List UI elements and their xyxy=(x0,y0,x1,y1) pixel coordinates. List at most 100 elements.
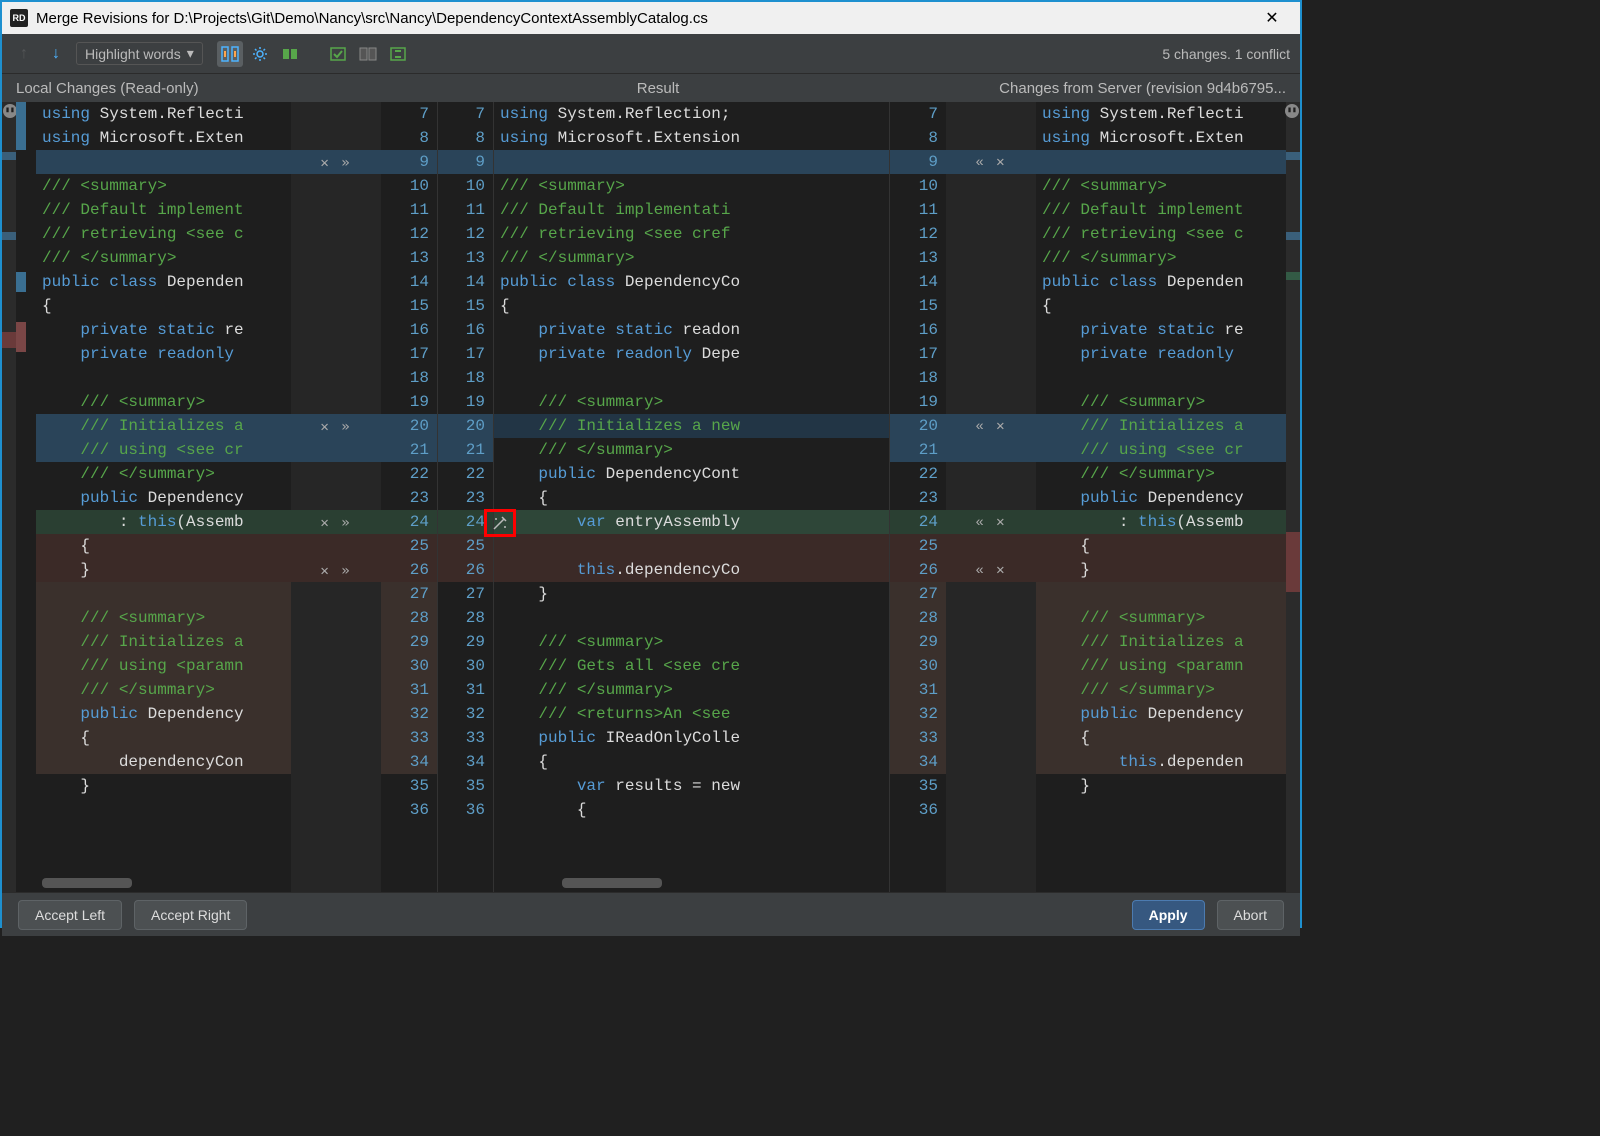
code-line[interactable] xyxy=(1036,582,1286,606)
code-line[interactable] xyxy=(1036,798,1286,822)
apply-button[interactable]: Apply xyxy=(1132,900,1205,930)
code-line[interactable]: this.dependen xyxy=(1036,750,1286,774)
code-line[interactable] xyxy=(36,582,291,606)
code-line[interactable]: using Microsoft.Exten xyxy=(1036,126,1286,150)
abort-button[interactable]: Abort xyxy=(1217,900,1284,930)
code-line[interactable]: /// <summary> xyxy=(1036,174,1286,198)
code-line[interactable]: public Dependency xyxy=(1036,486,1286,510)
code-line[interactable]: using Microsoft.Extension xyxy=(494,126,889,150)
code-line[interactable]: /// </summary> xyxy=(36,678,291,702)
close-button[interactable]: ✕ xyxy=(1252,4,1292,32)
code-line[interactable]: /// using <see cr xyxy=(36,438,291,462)
code-line[interactable]: { xyxy=(494,750,889,774)
apply-nonconflict-left-icon[interactable] xyxy=(325,41,351,67)
code-line[interactable]: /// </summary> xyxy=(494,678,889,702)
code-line[interactable] xyxy=(36,150,291,174)
left-action-gutter[interactable]: ✕ »✕ »✕ »✕ » xyxy=(291,102,381,892)
code-line[interactable]: } xyxy=(1036,558,1286,582)
code-line[interactable]: /// using <see cr xyxy=(1036,438,1286,462)
next-diff-icon[interactable]: ↓ xyxy=(44,42,68,66)
code-line[interactable]: { xyxy=(494,486,889,510)
code-line[interactable]: { xyxy=(1036,534,1286,558)
code-line[interactable]: { xyxy=(36,726,291,750)
code-line[interactable]: /// retrieving <see c xyxy=(1036,222,1286,246)
code-line[interactable]: /// </summary> xyxy=(1036,462,1286,486)
code-line[interactable]: /// Gets all <see cre xyxy=(494,654,889,678)
code-line[interactable]: } xyxy=(1036,774,1286,798)
code-line[interactable] xyxy=(36,798,291,822)
code-line[interactable]: private readonly Depe xyxy=(494,342,889,366)
code-line[interactable]: { xyxy=(36,534,291,558)
code-line[interactable] xyxy=(1036,150,1286,174)
right-overview-ruler[interactable]: ▮▮ xyxy=(1286,102,1300,892)
code-line[interactable]: { xyxy=(494,798,889,822)
code-line[interactable]: using System.Reflecti xyxy=(36,102,291,126)
merge-action[interactable]: ✕ » xyxy=(291,414,381,438)
code-line[interactable]: /// Initializes a xyxy=(1036,414,1286,438)
code-line[interactable]: private static readon xyxy=(494,318,889,342)
code-line[interactable]: private static re xyxy=(36,318,291,342)
code-line[interactable]: /// <summary> xyxy=(1036,390,1286,414)
code-line[interactable]: var entryAssembly xyxy=(494,510,889,534)
code-line[interactable] xyxy=(494,150,889,174)
code-line[interactable] xyxy=(494,366,889,390)
highlight-mode-dropdown[interactable]: Highlight words ▾ xyxy=(76,42,203,65)
code-line[interactable]: { xyxy=(1036,294,1286,318)
code-line[interactable]: } xyxy=(36,558,291,582)
code-line[interactable]: private static re xyxy=(1036,318,1286,342)
code-line[interactable] xyxy=(1036,366,1286,390)
code-line[interactable]: public class DependencyCo xyxy=(494,270,889,294)
merge-action[interactable]: ✕ » xyxy=(291,558,381,582)
code-line[interactable]: : this(Assemb xyxy=(36,510,291,534)
code-line[interactable]: } xyxy=(494,582,889,606)
code-line[interactable] xyxy=(494,534,889,558)
accept-right-button[interactable]: Accept Right xyxy=(134,900,247,930)
code-line[interactable]: /// </summary> xyxy=(494,438,889,462)
code-line[interactable]: /// Initializes a xyxy=(36,414,291,438)
code-line[interactable]: /// using <paramn xyxy=(36,654,291,678)
code-line[interactable]: this.dependencyCo xyxy=(494,558,889,582)
code-line[interactable]: public class Dependen xyxy=(1036,270,1286,294)
settings-icon[interactable] xyxy=(247,41,273,67)
code-line[interactable]: private readonly xyxy=(1036,342,1286,366)
code-line[interactable]: using Microsoft.Exten xyxy=(36,126,291,150)
code-line[interactable]: var results = new xyxy=(494,774,889,798)
code-line[interactable]: dependencyCon xyxy=(36,750,291,774)
code-line[interactable]: { xyxy=(36,294,291,318)
code-line[interactable]: { xyxy=(1036,726,1286,750)
code-line[interactable]: /// <returns>An <see xyxy=(494,702,889,726)
code-line[interactable]: /// retrieving <see c xyxy=(36,222,291,246)
code-line[interactable]: /// <summary> xyxy=(36,174,291,198)
left-code-pane[interactable]: using System.Reflectiusing Microsoft.Ext… xyxy=(16,102,291,892)
code-line[interactable]: /// Default implementati xyxy=(494,198,889,222)
prev-diff-icon[interactable]: ↑ xyxy=(12,42,36,66)
code-line[interactable]: /// <summary> xyxy=(36,606,291,630)
merge-action[interactable]: ✕ » xyxy=(291,150,381,174)
code-line[interactable]: } xyxy=(36,774,291,798)
code-line[interactable]: { xyxy=(494,294,889,318)
code-line[interactable] xyxy=(494,606,889,630)
code-line[interactable]: /// <summary> xyxy=(494,390,889,414)
code-line[interactable]: /// </summary> xyxy=(1036,246,1286,270)
code-line[interactable]: /// Default implement xyxy=(36,198,291,222)
code-line[interactable]: public DependencyCont xyxy=(494,462,889,486)
code-line[interactable]: /// Default implement xyxy=(1036,198,1286,222)
code-line[interactable]: /// </summary> xyxy=(1036,678,1286,702)
code-line[interactable] xyxy=(36,366,291,390)
code-line[interactable]: /// </summary> xyxy=(36,462,291,486)
center-scrollbar[interactable] xyxy=(562,878,662,888)
right-action-gutter[interactable]: « ✕« ✕« ✕« ✕ xyxy=(946,102,1036,892)
code-line[interactable]: public IReadOnlyColle xyxy=(494,726,889,750)
code-line[interactable]: using System.Reflecti xyxy=(1036,102,1286,126)
right-code-pane[interactable]: using System.Reflectiusing Microsoft.Ext… xyxy=(1036,102,1286,892)
code-line[interactable]: /// using <paramn xyxy=(1036,654,1286,678)
code-line[interactable]: : this(Assemb xyxy=(1036,510,1286,534)
magic-resolve-icon[interactable] xyxy=(484,509,516,537)
code-line[interactable]: /// <summary> xyxy=(494,630,889,654)
code-line[interactable]: /// Initializes a new xyxy=(494,414,889,438)
code-line[interactable]: /// </summary> xyxy=(36,246,291,270)
code-line[interactable]: /// <summary> xyxy=(36,390,291,414)
apply-nonconflict-both-icon[interactable] xyxy=(355,41,381,67)
code-line[interactable]: /// Initializes a xyxy=(1036,630,1286,654)
code-line[interactable]: using System.Reflection; xyxy=(494,102,889,126)
